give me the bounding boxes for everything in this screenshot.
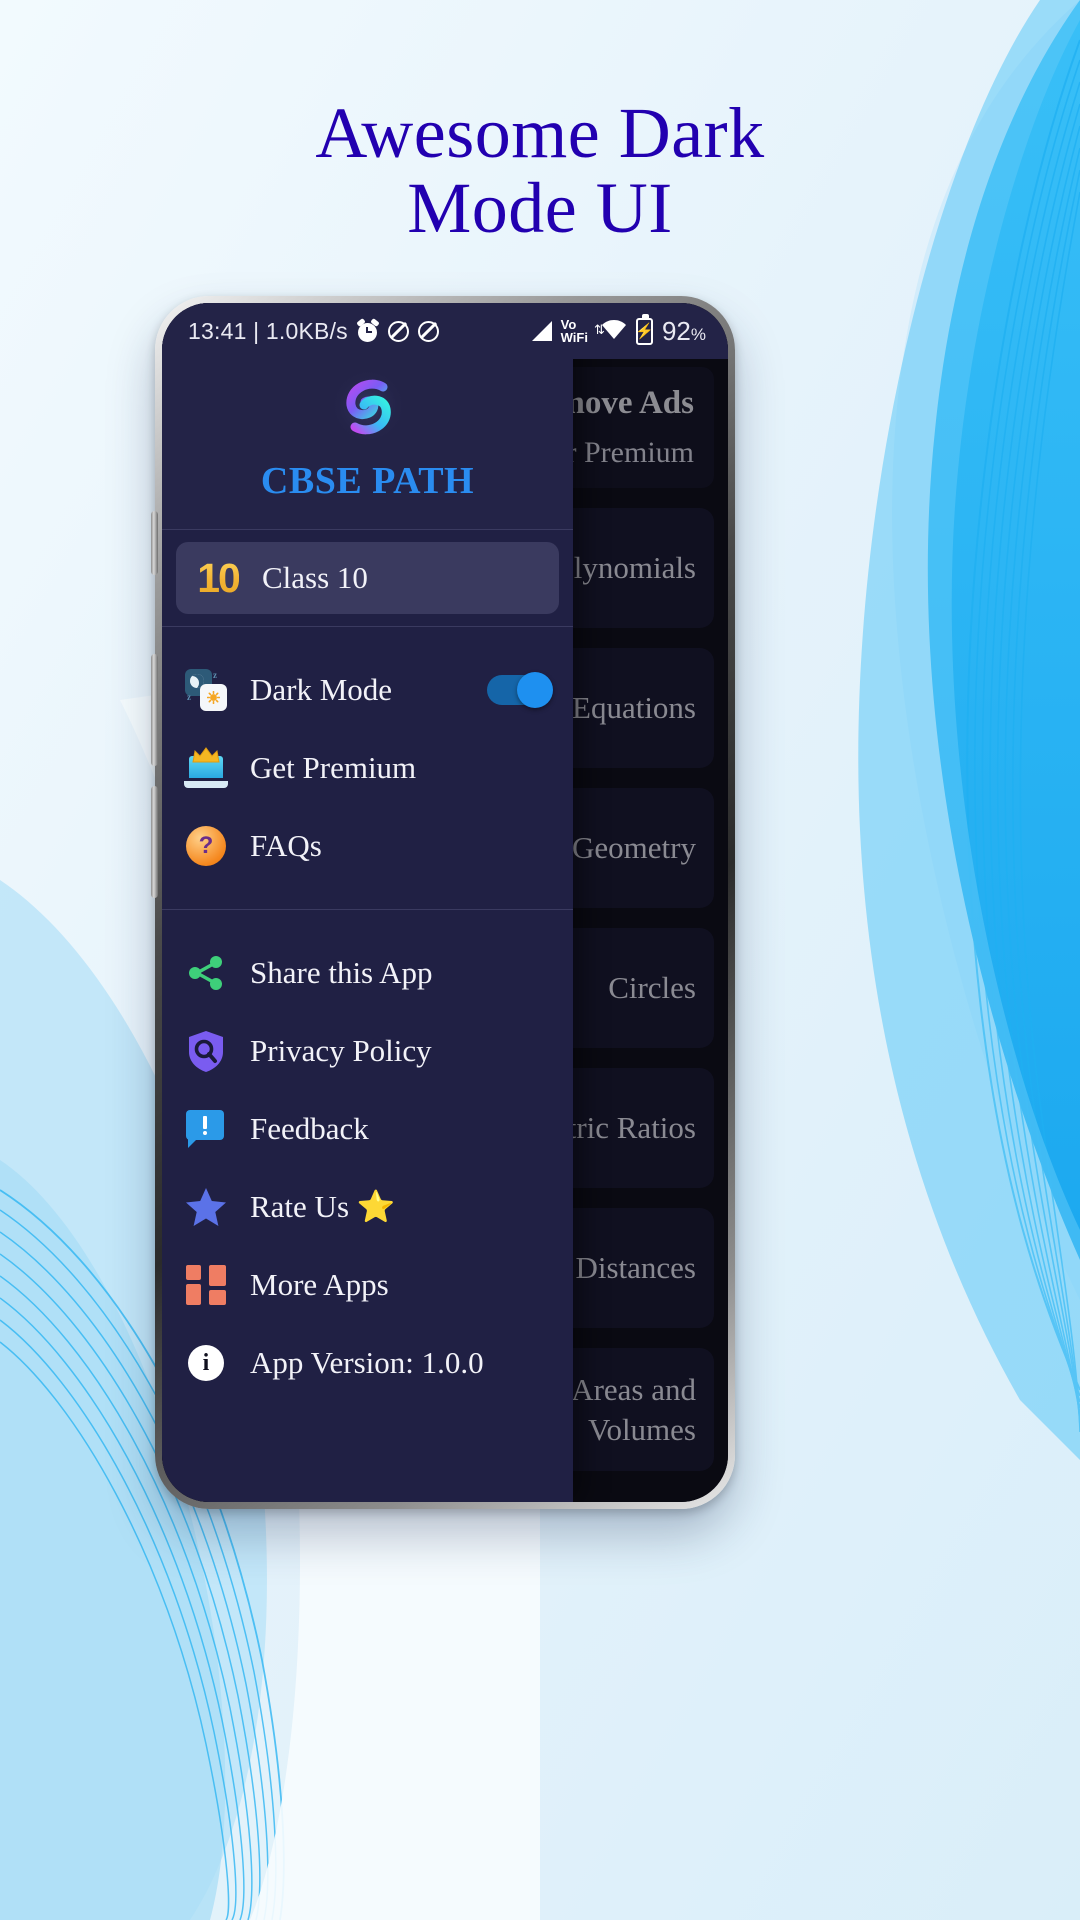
page-title: Awesome Dark Mode UI <box>0 96 1080 246</box>
sidebar-item-app-version: i App Version: 1.0.0 <box>162 1324 573 1402</box>
sidebar-item-label: Feedback <box>250 1110 369 1146</box>
percent-symbol: % <box>690 324 706 344</box>
navigation-drawer: CBSE PATH 10 Class 10 z z Dark Mode Get … <box>162 303 573 1502</box>
cellular-signal-icon <box>531 321 552 341</box>
info-icon: i <box>184 1341 228 1385</box>
sidebar-item-rate-us[interactable]: Rate Us ⭐ <box>162 1168 573 1246</box>
status-time-and-speed: 13:41 | 1.0KB/s <box>188 317 348 344</box>
ringer-off-icon <box>387 320 409 342</box>
class-badge-number: 10 <box>197 554 241 601</box>
battery-percentage: 92% <box>662 316 706 347</box>
sidebar-item-class-10[interactable]: 10 Class 10 <box>176 542 559 614</box>
sidebar-item-label: Share this App <box>250 954 433 990</box>
class-10-badge-icon: 10 <box>196 554 241 601</box>
star-icon <box>184 1185 228 1229</box>
sidebar-item-more-apps[interactable]: More Apps <box>162 1246 573 1324</box>
sidebar-item-get-premium[interactable]: Get Premium <box>162 729 573 807</box>
sidebar-item-label: Dark Mode <box>250 671 393 707</box>
app-name: CBSE PATH <box>260 460 475 502</box>
crown-laptop-icon <box>184 746 228 790</box>
sidebar-item-label: More Apps <box>250 1266 389 1302</box>
phone-side-button-volume-down[interactable] <box>151 786 158 898</box>
topic-label: Circles <box>608 970 696 1006</box>
page-title-line-1: Awesome Dark <box>315 93 765 173</box>
question-mark-icon: ? <box>184 824 228 868</box>
volte-label: Vo <box>560 316 577 332</box>
sidebar-item-privacy-policy[interactable]: Privacy Policy <box>162 1012 573 1090</box>
vibrate-off-icon <box>417 320 439 342</box>
dark-mode-icon: zz <box>184 668 228 712</box>
sidebar-item-share-this-app[interactable]: Share this App <box>162 934 573 1012</box>
status-bar-left: 13:41 | 1.0KB/s <box>188 318 439 345</box>
wifi-icon: ⇅ <box>594 320 627 342</box>
sidebar-item-label: Get Premium <box>250 749 417 785</box>
share-icon <box>184 951 228 995</box>
shield-icon <box>184 1029 228 1073</box>
phone-side-button-volume-up[interactable] <box>151 654 158 766</box>
sidebar-item-faqs[interactable]: ? FAQs <box>162 807 573 885</box>
drawer-menu: 10 Class 10 zz Dark Mode Get Premium ? F… <box>162 530 573 1502</box>
battery-charging-icon: ⚡ <box>635 313 654 345</box>
sidebar-item-dark-mode[interactable]: zz Dark Mode <box>162 651 573 729</box>
sidebar-item-feedback[interactable]: Feedback <box>162 1090 573 1168</box>
battery-percent-value: 92 <box>661 315 691 346</box>
alarm-clock-icon <box>356 318 380 342</box>
sidebar-item-label: Class 10 <box>262 559 368 595</box>
sidebar-item-label: FAQs <box>250 827 322 863</box>
status-bar-right: Vo WiFi ⇅ ⚡ 92% <box>531 313 706 347</box>
toggle-knob <box>517 672 553 708</box>
sidebar-item-label: Rate Us ⭐ <box>250 1188 396 1224</box>
feedback-icon <box>184 1107 228 1151</box>
volte-wifi-icon: Vo WiFi <box>560 316 588 345</box>
grid-apps-icon <box>184 1263 228 1307</box>
status-bar: 13:41 | 1.0KB/s Vo WiFi ⇅ ⚡ 92% <box>162 303 728 359</box>
phone-mockup: Remove Ads Our Premium Polynomials Quadr… <box>151 296 735 1509</box>
wifi-calling-label: WiFi <box>560 330 588 345</box>
sidebar-item-label: App Version: 1.0.0 <box>250 1344 484 1380</box>
page-title-line-2: Mode UI <box>407 167 673 248</box>
phone-side-button-mute[interactable] <box>151 511 158 575</box>
phone-screen: Remove Ads Our Premium Polynomials Quadr… <box>162 303 728 1502</box>
sidebar-item-label: Privacy Policy <box>250 1032 432 1068</box>
dark-mode-toggle[interactable] <box>487 672 553 708</box>
cbse-path-logo <box>329 367 407 445</box>
